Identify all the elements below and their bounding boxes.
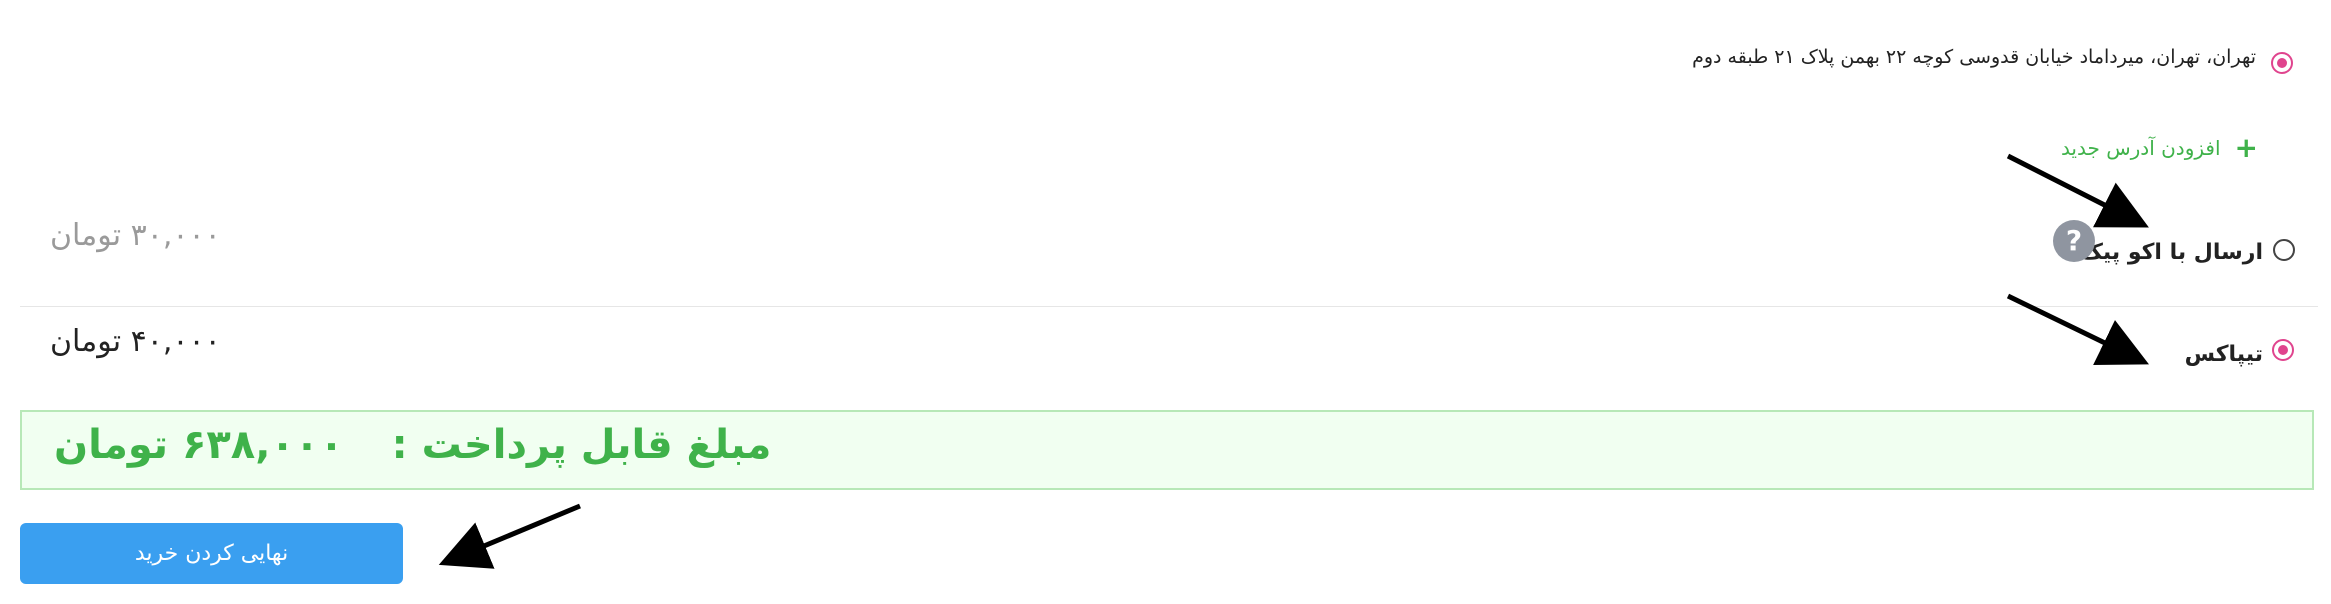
arrow-to-checkout-button: [438, 503, 581, 569]
annotation-arrows: [438, 153, 2149, 569]
arrow-to-eco-peyk: [2006, 153, 2149, 228]
arrow-to-tipax: [2006, 293, 2149, 366]
